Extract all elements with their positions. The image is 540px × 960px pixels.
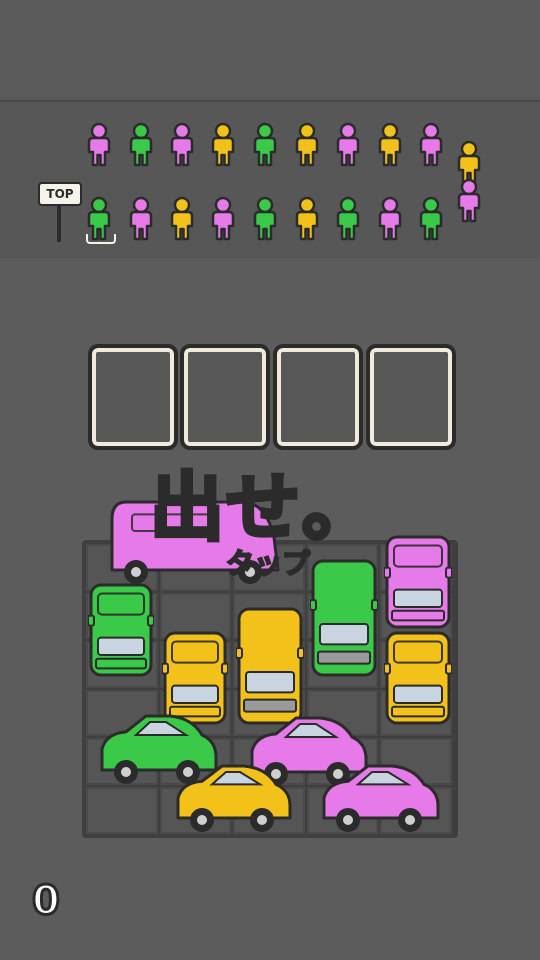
passenger-pink	[82, 122, 116, 168]
passenger-green	[331, 196, 365, 242]
passenger-pink	[206, 196, 240, 242]
top-sign: TOP	[38, 182, 82, 244]
passenger-green	[124, 122, 158, 168]
passenger-yellow	[373, 122, 407, 168]
car-yellow[interactable]	[235, 606, 305, 726]
passenger-pink	[331, 122, 365, 168]
passenger-pink	[452, 178, 486, 224]
car-yellow[interactable]	[172, 760, 294, 836]
passenger-yellow	[206, 122, 240, 168]
car-pink[interactable]	[383, 534, 453, 630]
queue-front-marker	[86, 234, 116, 244]
passenger-green	[248, 196, 282, 242]
passenger-yellow	[290, 196, 324, 242]
road-area	[0, 0, 540, 100]
top-sign-label: TOP	[38, 182, 82, 206]
car-yellow[interactable]	[383, 630, 453, 726]
car-green[interactable]	[87, 582, 155, 678]
score-counter: 0	[31, 877, 62, 926]
parking-cell	[86, 787, 158, 834]
boarding-slot-1	[88, 344, 178, 450]
game-screen: TOP 出せ。 タップ 0	[0, 0, 540, 960]
passenger-pink	[165, 122, 199, 168]
tutorial-hint: タップ	[225, 546, 311, 581]
car-green[interactable]	[309, 558, 379, 678]
passenger-pink	[373, 196, 407, 242]
passenger-yellow	[165, 196, 199, 242]
car-pink[interactable]	[318, 760, 442, 836]
passenger-yellow	[290, 122, 324, 168]
passenger-green	[248, 122, 282, 168]
boarding-slot-3	[273, 344, 363, 450]
boarding-slot-2	[180, 344, 270, 450]
tutorial-headline: 出せ。	[148, 463, 378, 553]
passenger-pink	[414, 122, 448, 168]
boarding-slot-4	[366, 344, 456, 450]
passenger-pink	[124, 196, 158, 242]
top-sign-pole	[57, 204, 61, 242]
passenger-green	[414, 196, 448, 242]
